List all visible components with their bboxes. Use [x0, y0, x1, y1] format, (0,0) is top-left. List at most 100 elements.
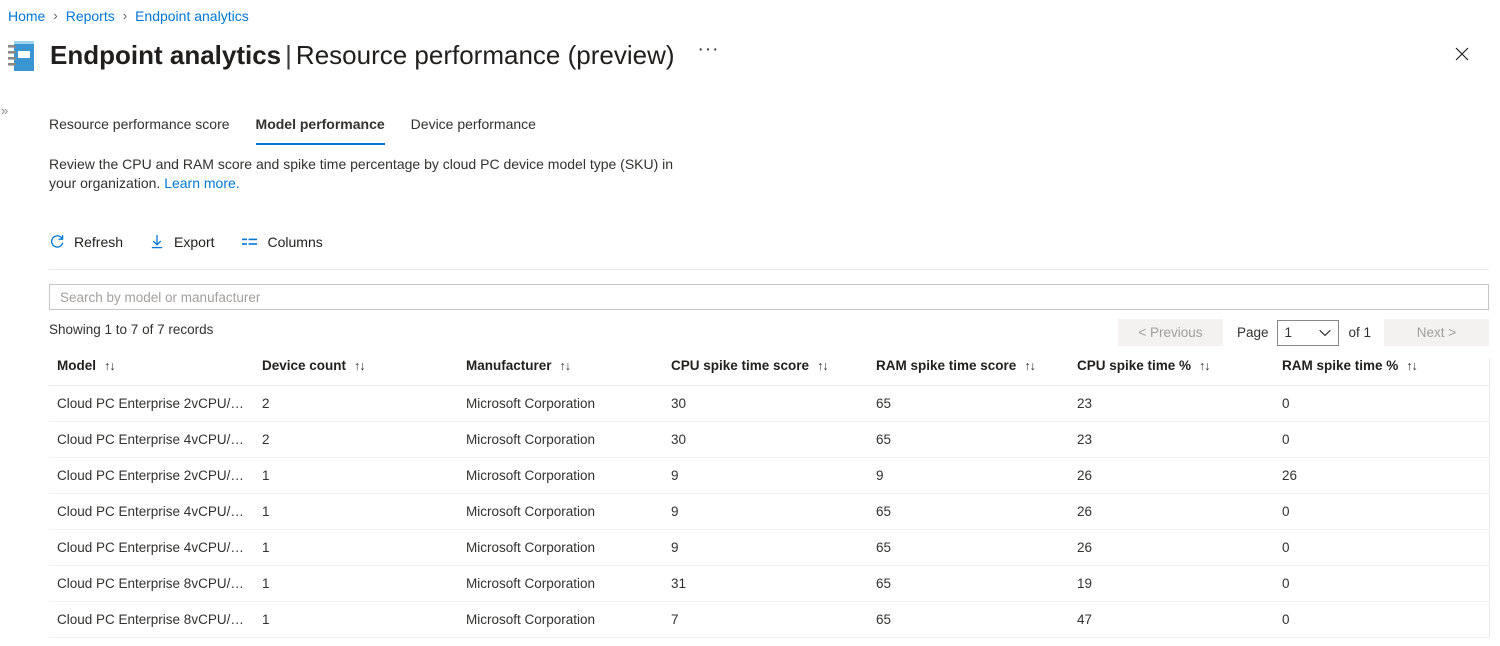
- previous-page-button[interactable]: < Previous: [1117, 319, 1223, 346]
- refresh-icon: [49, 234, 65, 250]
- cell-cpu-spike-time-pct: 26: [1069, 493, 1274, 530]
- column-header-model-label: Model: [57, 358, 96, 373]
- columns-button[interactable]: Columns: [241, 228, 333, 256]
- tab-list: Resource performance score Model perform…: [49, 110, 562, 145]
- page-title-sub: Resource performance (preview): [295, 40, 675, 70]
- column-header-ram-spike-time-score[interactable]: RAM spike time score ↑↓: [868, 358, 1069, 386]
- cell-ram-spike-time-score: 65: [868, 565, 1069, 602]
- cell-device-count: 1: [254, 457, 458, 494]
- breadcrumb-item-home[interactable]: Home: [8, 6, 45, 26]
- cell-manufacturer: Microsoft Corporation: [458, 529, 663, 566]
- cell-ram-spike-time-pct: 0: [1274, 601, 1489, 638]
- cell-device-count: 1: [254, 601, 458, 638]
- cell-model: Cloud PC Enterprise 4vCPU/16...: [49, 529, 254, 566]
- sort-icon: ↑↓: [354, 358, 365, 373]
- sort-icon: ↑↓: [817, 358, 828, 373]
- sort-icon: ↑↓: [559, 358, 571, 373]
- tab-device-performance[interactable]: Device performance: [411, 110, 536, 145]
- cell-ram-spike-time-score: 65: [868, 493, 1069, 530]
- breadcrumb-item-endpoint-analytics[interactable]: Endpoint analytics: [135, 6, 249, 26]
- column-header-ram-spike-time-pct-label: RAM spike time %: [1282, 358, 1399, 373]
- records-count-label: Showing 1 to 7 of 7 records: [49, 322, 214, 337]
- cell-ram-spike-time-score: 65: [868, 421, 1069, 458]
- next-page-button[interactable]: Next >: [1384, 319, 1489, 346]
- cell-model: Cloud PC Enterprise 4vCPU/16...: [49, 421, 254, 458]
- cell-manufacturer: Microsoft Corporation: [458, 385, 663, 422]
- cell-ram-spike-time-score: 65: [868, 529, 1069, 566]
- cell-cpu-spike-time-score: 30: [663, 421, 868, 458]
- table-row[interactable]: Cloud PC Enterprise 4vCPU/16... 2 Micros…: [49, 421, 1489, 458]
- page-title-separator: |: [285, 40, 292, 70]
- breadcrumb-separator-icon: ›: [53, 8, 58, 23]
- cell-cpu-spike-time-pct: 47: [1069, 601, 1274, 638]
- close-button[interactable]: [1446, 38, 1478, 70]
- cell-ram-spike-time-pct: 26: [1274, 457, 1489, 494]
- tab-resource-performance-score[interactable]: Resource performance score: [49, 110, 230, 145]
- learn-more-link[interactable]: Learn more.: [164, 175, 239, 191]
- columns-icon: [241, 234, 259, 250]
- table-row[interactable]: Cloud PC Enterprise 4vCPU/16... 1 Micros…: [49, 493, 1489, 530]
- cell-ram-spike-time-score: 65: [868, 385, 1069, 422]
- cell-ram-spike-time-pct: 0: [1274, 385, 1489, 422]
- cell-ram-spike-time-pct: 0: [1274, 529, 1489, 566]
- cell-cpu-spike-time-score: 31: [663, 565, 868, 602]
- column-header-manufacturer[interactable]: Manufacturer ↑↓: [458, 358, 663, 386]
- cell-ram-spike-time-pct: 0: [1274, 565, 1489, 602]
- page-title: Endpoint analytics | Resource performance …: [50, 38, 675, 72]
- table-row[interactable]: Cloud PC Enterprise 2vCPU/8... 2 Microso…: [49, 385, 1489, 422]
- cell-model: Cloud PC Enterprise 8vCPU/32...: [49, 565, 254, 602]
- title-row: Endpoint analytics | Resource performance …: [8, 32, 1470, 78]
- cell-model: Cloud PC Enterprise 4vCPU/16...: [49, 493, 254, 530]
- column-header-model[interactable]: Model ↑↓: [49, 358, 254, 386]
- expand-sidebar-chevron-icon[interactable]: »: [1, 104, 8, 118]
- cell-device-count: 1: [254, 565, 458, 602]
- page-number-select[interactable]: 1: [1277, 319, 1340, 346]
- cell-cpu-spike-time-score: 9: [663, 529, 868, 566]
- cell-ram-spike-time-score: 65: [868, 601, 1069, 638]
- report-notebook-icon: [8, 39, 38, 73]
- page-number-value: 1: [1284, 325, 1292, 340]
- cell-ram-spike-time-score: 9: [868, 457, 1069, 494]
- more-options-button[interactable]: ···: [693, 40, 725, 70]
- page-description-text: Review the CPU and RAM score and spike t…: [49, 156, 674, 191]
- command-bar: Refresh Export Columns: [49, 228, 349, 256]
- breadcrumb-separator-icon: ›: [122, 8, 128, 23]
- pagination: < Previous Page 1 of 1 Next >: [1117, 319, 1489, 346]
- cell-model: Cloud PC Enterprise 2vCPU/8...: [49, 385, 254, 422]
- search-box[interactable]: [49, 284, 1489, 310]
- search-input[interactable]: [58, 285, 1480, 309]
- columns-label: Columns: [267, 234, 323, 250]
- cell-manufacturer: Microsoft Corporation: [458, 565, 663, 602]
- table-row[interactable]: Cloud PC Enterprise 8vCPU/32... 1 Micros…: [49, 601, 1489, 638]
- sort-icon: ↑↓: [1406, 358, 1417, 373]
- column-header-cpu-spike-time-score[interactable]: CPU spike time score ↑↓: [663, 358, 868, 386]
- table-row[interactable]: Cloud PC Enterprise 8vCPU/32... 1 Micros…: [49, 565, 1489, 602]
- table-row[interactable]: Cloud PC Enterprise 2vCPU/4... 1 Microso…: [49, 457, 1489, 494]
- cell-device-count: 1: [254, 529, 458, 566]
- tab-model-performance[interactable]: Model performance: [255, 110, 385, 145]
- cell-manufacturer: Microsoft Corporation: [458, 601, 663, 638]
- column-header-device-count[interactable]: Device count ↑↓: [254, 358, 458, 386]
- cell-model: Cloud PC Enterprise 8vCPU/32...: [49, 601, 254, 638]
- breadcrumb-item-reports[interactable]: Reports: [66, 6, 115, 26]
- cell-manufacturer: Microsoft Corporation: [458, 421, 663, 458]
- column-header-ram-spike-time-pct[interactable]: RAM spike time % ↑↓: [1274, 358, 1489, 386]
- column-header-cpu-spike-time-pct-label: CPU spike time %: [1077, 358, 1192, 373]
- sort-icon: ↑↓: [1199, 358, 1210, 373]
- page-total-label: of 1: [1348, 325, 1371, 340]
- table-row[interactable]: Cloud PC Enterprise 4vCPU/16... 1 Micros…: [49, 529, 1489, 566]
- column-header-cpu-spike-time-pct[interactable]: CPU spike time % ↑↓: [1069, 358, 1274, 386]
- refresh-button[interactable]: Refresh: [49, 228, 133, 256]
- export-button[interactable]: Export: [149, 228, 224, 256]
- page-label: Page: [1236, 325, 1269, 340]
- cell-cpu-spike-time-pct: 23: [1069, 385, 1274, 422]
- column-header-ram-spike-time-score-label: RAM spike time score: [876, 358, 1017, 373]
- table-body: Cloud PC Enterprise 2vCPU/8... 2 Microso…: [49, 385, 1489, 638]
- cell-model: Cloud PC Enterprise 2vCPU/4...: [49, 457, 254, 494]
- column-header-cpu-spike-time-score-label: CPU spike time score: [671, 358, 810, 373]
- cell-cpu-spike-time-score: 30: [663, 385, 868, 422]
- cell-cpu-spike-time-pct: 19: [1069, 565, 1274, 602]
- cell-manufacturer: Microsoft Corporation: [458, 493, 663, 530]
- column-header-manufacturer-label: Manufacturer: [466, 358, 552, 373]
- cell-cpu-spike-time-pct: 23: [1069, 421, 1274, 458]
